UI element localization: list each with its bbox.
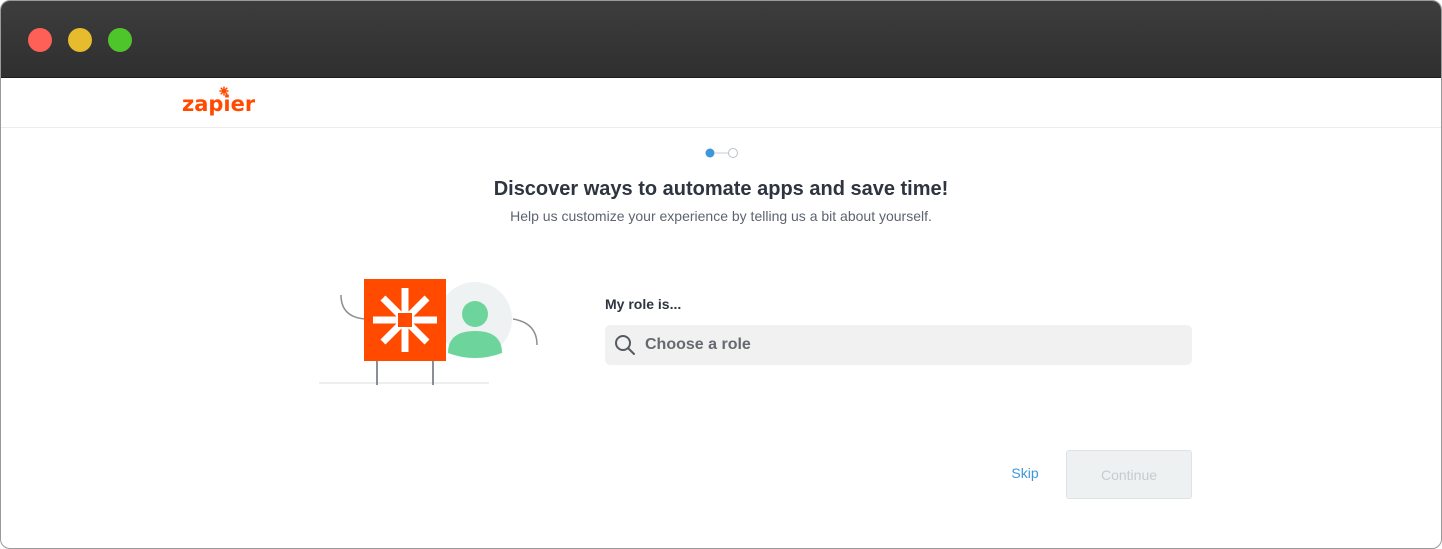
- site-header: zapier: [1, 78, 1441, 128]
- skip-link[interactable]: Skip: [1005, 465, 1045, 481]
- role-search-input[interactable]: [645, 336, 1165, 354]
- page-subtitle: Help us customize your experience by tel…: [510, 208, 932, 224]
- page-title: Discover ways to automate apps and save …: [493, 178, 949, 200]
- step-2-dot: [728, 148, 738, 158]
- role-select[interactable]: [605, 325, 1192, 365]
- minimize-window-button[interactable]: [68, 28, 92, 52]
- step-1-dot: [705, 148, 715, 158]
- step-progress-indicator: [705, 148, 738, 158]
- zapier-logo[interactable]: zapier: [181, 86, 255, 120]
- search-icon: [614, 334, 636, 356]
- maximize-window-button[interactable]: [108, 28, 132, 52]
- role-field-label: My role is...: [605, 296, 682, 312]
- continue-button[interactable]: Continue: [1066, 450, 1192, 499]
- close-window-button[interactable]: [28, 28, 52, 52]
- window-titlebar: [1, 1, 1441, 78]
- app-window: zapier Discover ways to automate apps an…: [0, 0, 1442, 549]
- onboarding-illustration: [319, 279, 538, 385]
- svg-text:zapier: zapier: [182, 92, 255, 116]
